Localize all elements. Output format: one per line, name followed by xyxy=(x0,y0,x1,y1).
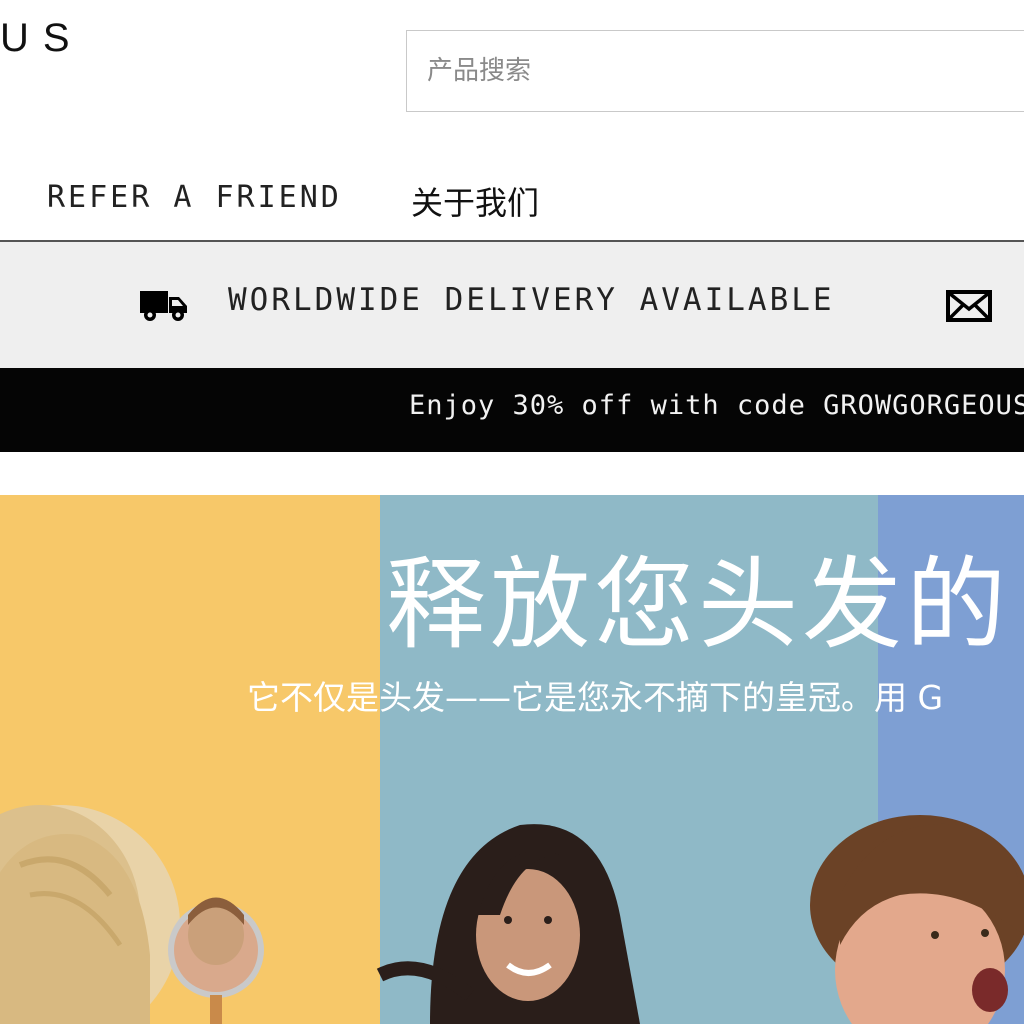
nav-item-about-us[interactable]: 关于我们 xyxy=(411,178,539,224)
nav-item-refer-a-friend[interactable]: REFER A FRIEND xyxy=(47,180,342,215)
hero-banner[interactable]: 释放您头发的 它不仅是头发——它是您永不摘下的皇冠。用 G xyxy=(0,495,1024,1024)
model-middle xyxy=(376,824,640,1024)
mail-icon[interactable] xyxy=(946,290,992,322)
truck-icon xyxy=(140,291,187,321)
search-input[interactable] xyxy=(407,31,1024,111)
promo-text: Enjoy 30% off with code GROWGORGEOUS xyxy=(409,390,1024,421)
brand-logo[interactable]: US xyxy=(0,14,84,62)
model-left xyxy=(0,805,264,1024)
promo-bar[interactable]: Enjoy 30% off with code GROWGORGEOUS xyxy=(0,368,1024,452)
page: US REFER A FRIEND 关于我们 WORLDWIDE DELIVER… xyxy=(0,0,1024,1024)
delivery-text: WORLDWIDE DELIVERY AVAILABLE xyxy=(228,282,835,318)
search-box[interactable] xyxy=(406,30,1024,112)
model-right xyxy=(810,815,1024,1024)
info-strip: WORLDWIDE DELIVERY AVAILABLE xyxy=(0,242,1024,368)
main-nav: REFER A FRIEND 关于我们 xyxy=(0,170,1024,228)
hero-title: 释放您头发的 xyxy=(386,546,1010,663)
hero-subtitle: 它不仅是头发——它是您永不摘下的皇冠。用 G xyxy=(247,678,944,717)
